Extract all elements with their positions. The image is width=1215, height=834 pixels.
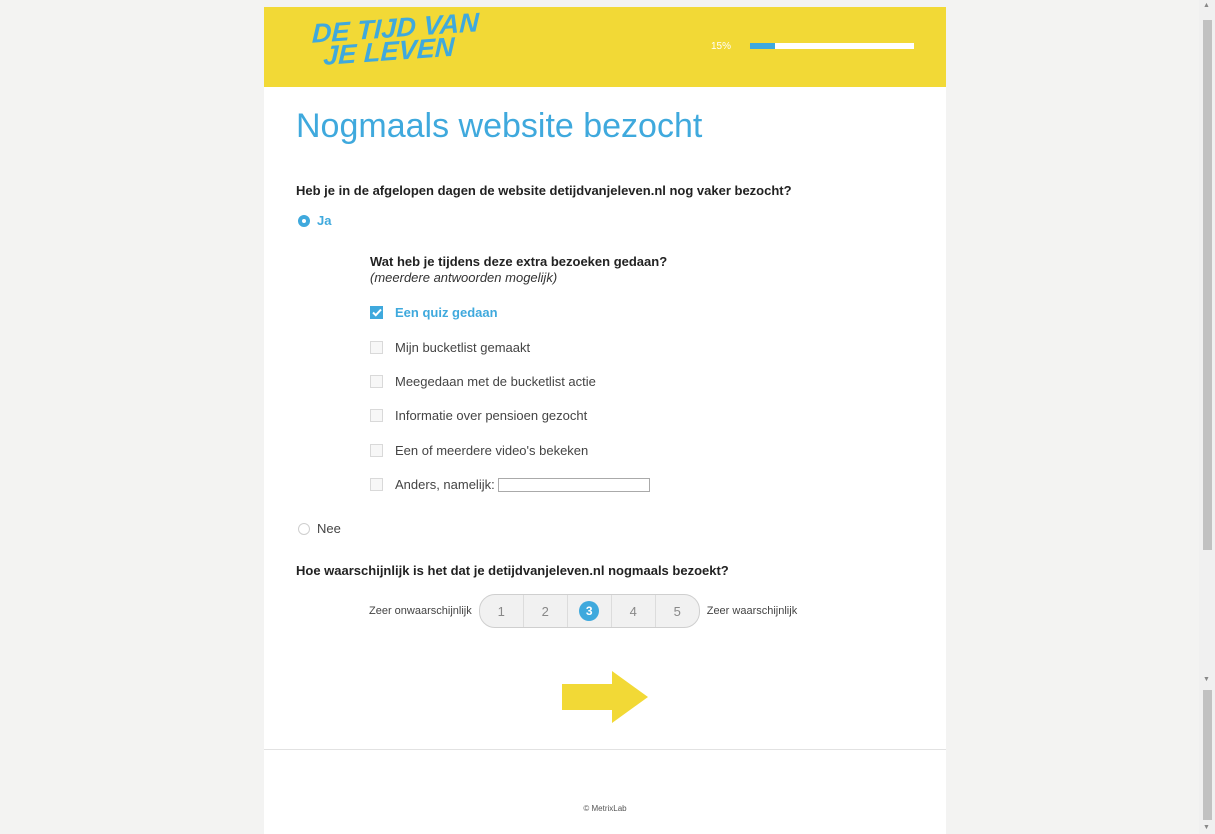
scale-option-3[interactable]: 3 [568,595,612,627]
radio-label-nee: Nee [317,521,341,536]
progress-fill [750,43,775,49]
question-1-text: Heb je in de afgelopen dagen de website … [296,183,792,198]
radio-option-ja[interactable]: Ja [298,213,331,228]
scale-low-label: Zeer onwaarschijnlijk [369,605,472,617]
checkbox-option-1[interactable]: Een quiz gedaan [370,305,498,320]
scale-option-label: 1 [497,603,505,619]
scrollbar-thumb-secondary[interactable] [1203,690,1212,820]
scale-option-label: 4 [629,603,637,619]
radio-selected-icon[interactable] [298,214,310,227]
scale-option-4[interactable]: 4 [612,595,656,627]
checkbox-label: Informatie over pensioen gezocht [395,408,588,423]
progress-bar [750,43,914,49]
checkbox-label: Een quiz gedaan [395,305,498,320]
checkbox-label: Anders, namelijk: [395,477,495,492]
scale-option-2[interactable]: 2 [524,595,568,627]
scrollbar-thumb[interactable] [1203,20,1212,550]
checkbox-label: Mijn bucketlist gemaakt [395,340,531,355]
checkbox-label: Een of meerdere video's bekeken [395,443,589,458]
checkbox-label: Meegedaan met de bucketlist actie [395,374,596,389]
checkbox-icon[interactable] [370,341,383,354]
scrollbar[interactable]: ▲ ▼ ▼ [1199,0,1215,834]
checkbox-icon[interactable] [370,375,383,388]
radio-unselected-icon[interactable] [298,522,310,535]
scale-option-label: 2 [541,603,549,619]
radio-option-nee[interactable]: Nee [298,521,341,536]
scale-option-label: 3 [579,601,600,621]
footer-divider [264,749,946,750]
checkbox-option-3[interactable]: Meegedaan met de bucketlist actie [370,374,596,389]
question-2-text: Hoe waarschijnlijk is het dat je detijdv… [296,563,729,578]
checkbox-option-4[interactable]: Informatie over pensioen gezocht [370,408,587,423]
checkbox-option-6[interactable]: Anders, namelijk: [370,477,650,492]
scale-option-1[interactable]: 1 [480,595,524,627]
checkbox-checked-icon[interactable] [370,306,383,319]
header-bar: DE TIJD VAN JE LEVEN 15% [264,7,946,87]
footer-copyright: © MetrixLab [583,804,627,813]
radio-label-ja: Ja [317,213,332,228]
progress-label: 15% [711,41,732,52]
scale-option-label: 5 [673,603,681,619]
checkbox-option-5[interactable]: Een of meerdere video's bekeken [370,443,588,458]
subquestion-text: Wat heb je tijdens deze extra bezoeken g… [370,254,668,269]
logo-line-2: JE LEVEN [322,31,455,71]
scale-option-5[interactable]: 5 [656,595,699,627]
scroll-down-icon[interactable]: ▼ [1203,824,1210,832]
subquestion: Wat heb je tijdens deze extra bezoeken g… [370,254,667,285]
scale-high-label: Zeer waarschijnlijk [706,605,798,617]
checkbox-icon[interactable] [370,409,383,422]
checkbox-icon[interactable] [370,444,383,457]
checkbox-option-2[interactable]: Mijn bucketlist gemaakt [370,340,530,355]
scroll-down-icon[interactable]: ▼ [1203,676,1210,684]
page-title: Nogmaals website bezocht [296,107,703,145]
other-text-input[interactable] [497,477,650,492]
scroll-up-icon[interactable]: ▲ [1203,2,1210,10]
subquestion-hint: (meerdere antwoorden mogelijk) [370,270,558,285]
scale-options: 1 2 3 4 5 [478,594,700,628]
arrow-right-icon [562,671,648,723]
logo: DE TIJD VAN JE LEVEN [311,7,479,71]
checkmark-icon [371,308,382,317]
next-button[interactable] [560,669,650,730]
checkbox-icon[interactable] [370,478,383,491]
likelihood-scale: Zeer onwaarschijnlijk 1 2 3 4 5 Zeer waa… [369,594,797,628]
survey-page: DE TIJD VAN JE LEVEN 15% Nogmaals websit… [264,7,946,834]
